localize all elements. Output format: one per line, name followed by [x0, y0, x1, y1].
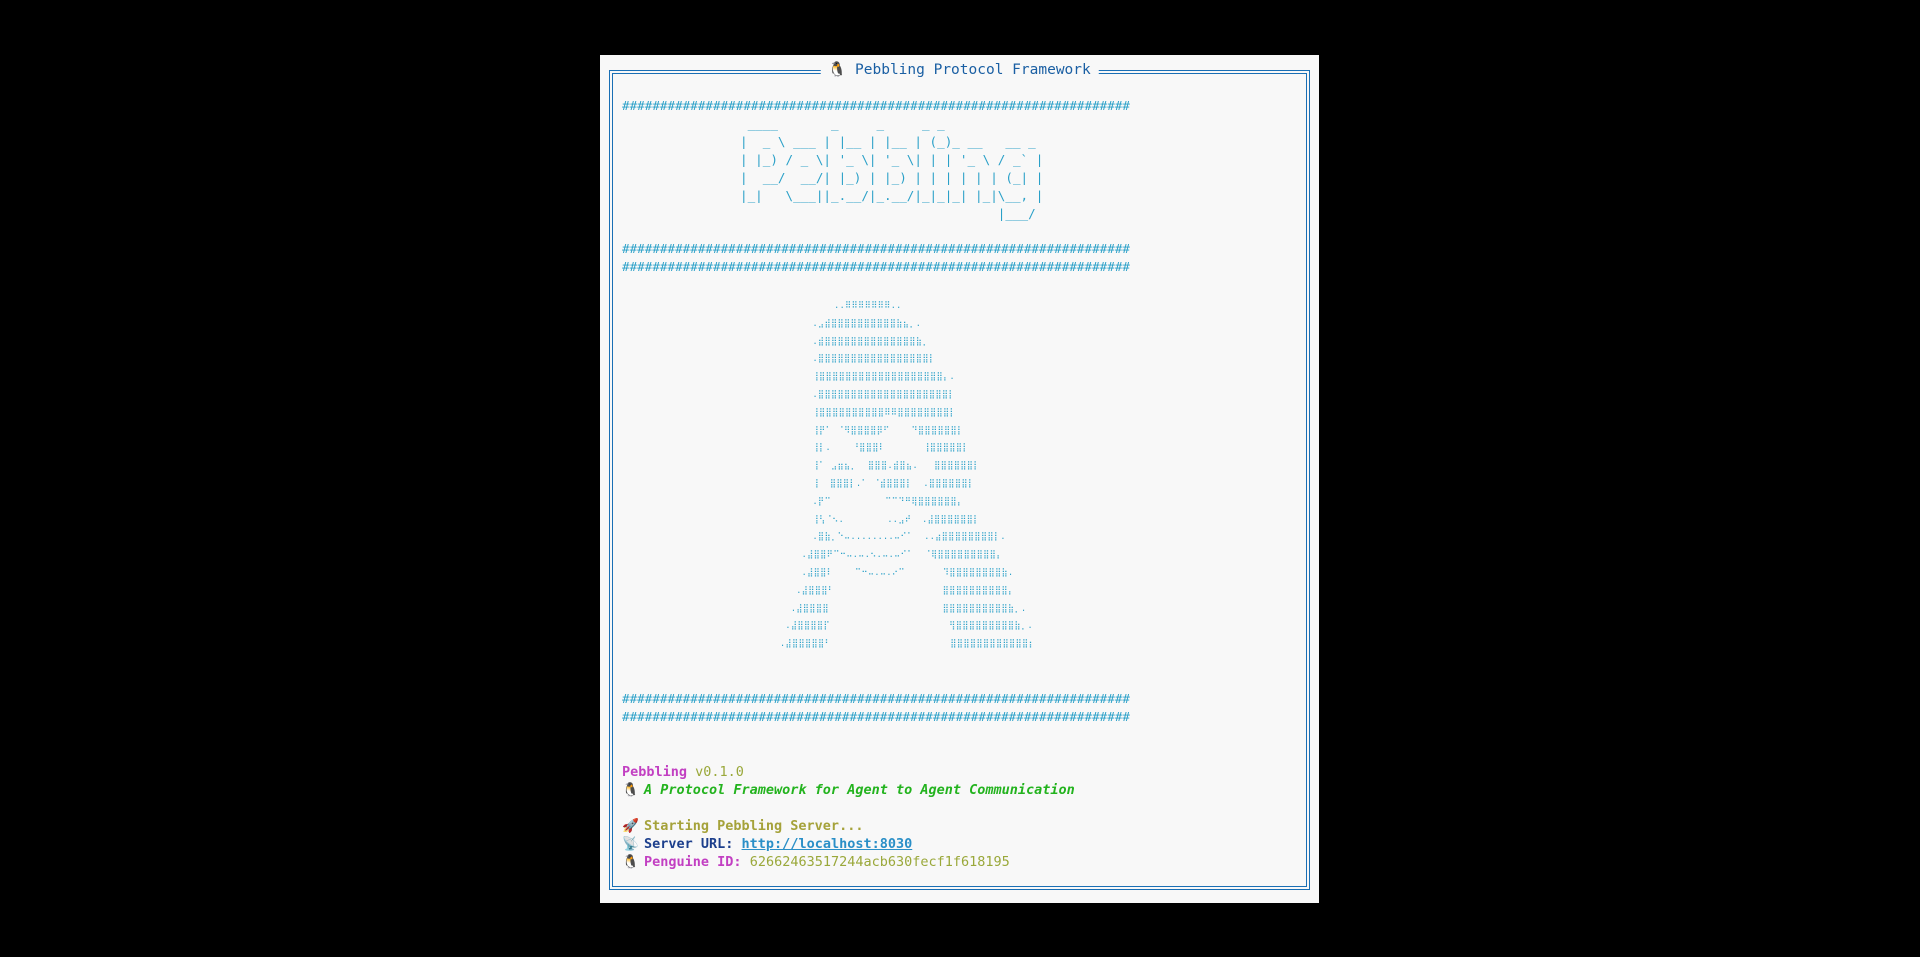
penguine-id-line: 🐧 Penguine ID: 62662463517244acb630fecf1f… — [622, 853, 1010, 871]
server-url-link[interactable]: http://localhost:8030 — [742, 836, 913, 852]
tagline-text: A Protocol Framework for Agent to Agent … — [644, 782, 1075, 798]
app-version: v0.1.0 — [695, 764, 744, 780]
pebbling-ascii-banner: ____ _ _ _ _ | _ \ ___ | |__ | |__ | (_)… — [740, 116, 1044, 221]
banner-hash-line-top: ########################################… — [622, 98, 1130, 113]
tagline-line: 🐧 A Protocol Framework for Agent to Agent… — [622, 781, 1075, 799]
penguin-icon: 🐧 — [622, 854, 639, 870]
penguine-id-value: 62662463517244acb630fecf1f618195 — [749, 854, 1010, 870]
banner-hash-line-bottom-2: ########################################… — [622, 259, 1130, 274]
panel-title: 🐧 Pebbling Protocol Framework — [820, 60, 1099, 80]
penguin-icon: 🐧 — [622, 782, 639, 798]
starting-server-line: 🚀 Starting Pebbling Server... — [622, 817, 863, 835]
footer-hash-line-2: ########################################… — [622, 709, 1130, 724]
starting-server-text: Starting Pebbling Server... — [644, 818, 864, 834]
penguin-ascii-art: ..⠿⠿⠿⠿⠿⠿⠿.. .⣠⣾⣿⣿⣿⣿⣿⣿⣿⣿⣿⣿⣷⣦⡀. .⣾⣿⣿⣿⣿⣿⣿⣿⣿… — [780, 301, 1036, 650]
server-url-label: Server URL: — [644, 836, 734, 852]
app-name: Pebbling — [622, 764, 688, 780]
server-url-line: 📡 Server URL: http://localhost:8030 — [622, 835, 912, 853]
penguine-id-label: Penguine ID: — [644, 854, 742, 870]
rocket-icon: 🚀 — [622, 818, 639, 834]
satellite-antenna-icon: 📡 — [622, 836, 639, 852]
footer-hash-line-1: ########################################… — [622, 691, 1130, 706]
app-version-line: Pebbling v0.1.0 — [622, 763, 744, 781]
banner-hash-line-bottom-1: ########################################… — [622, 241, 1130, 256]
